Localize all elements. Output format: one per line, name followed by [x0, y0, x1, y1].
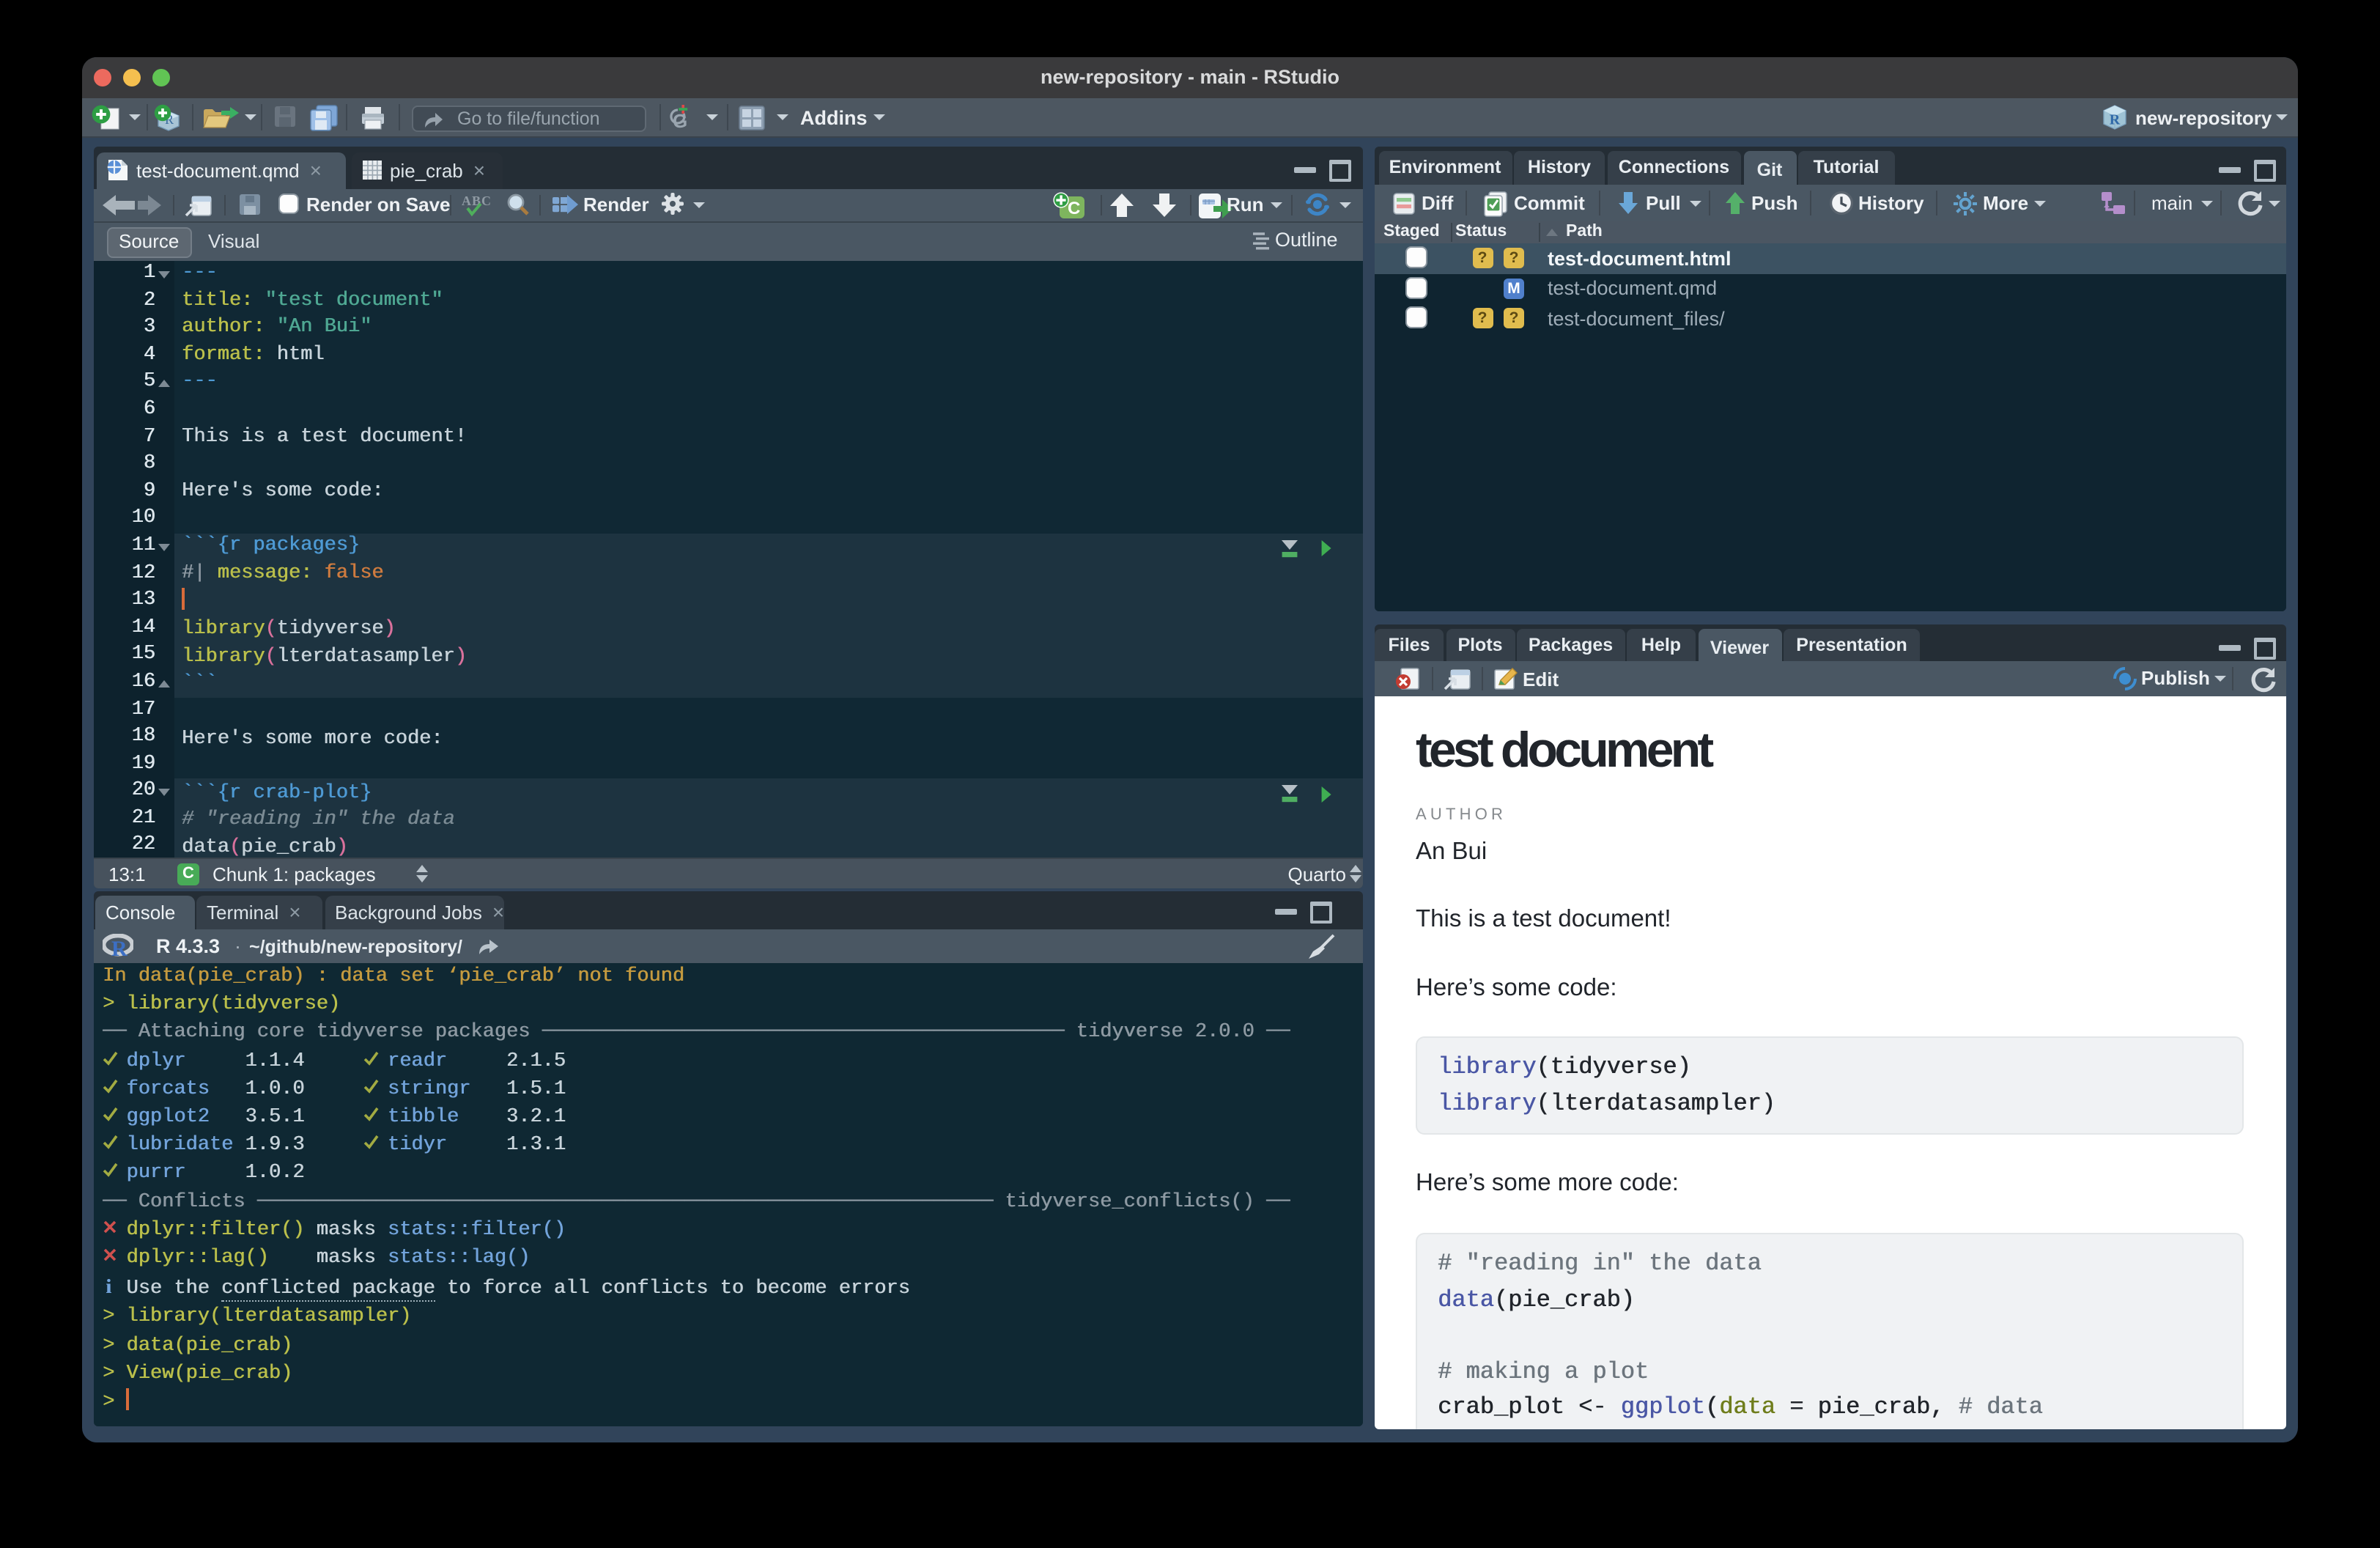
svg-text:R: R	[2110, 112, 2121, 128]
svg-text:ABC: ABC	[462, 193, 492, 207]
svg-text:G: G	[673, 110, 687, 132]
svg-text:R: R	[111, 936, 128, 958]
svg-text:C: C	[1068, 198, 1080, 218]
